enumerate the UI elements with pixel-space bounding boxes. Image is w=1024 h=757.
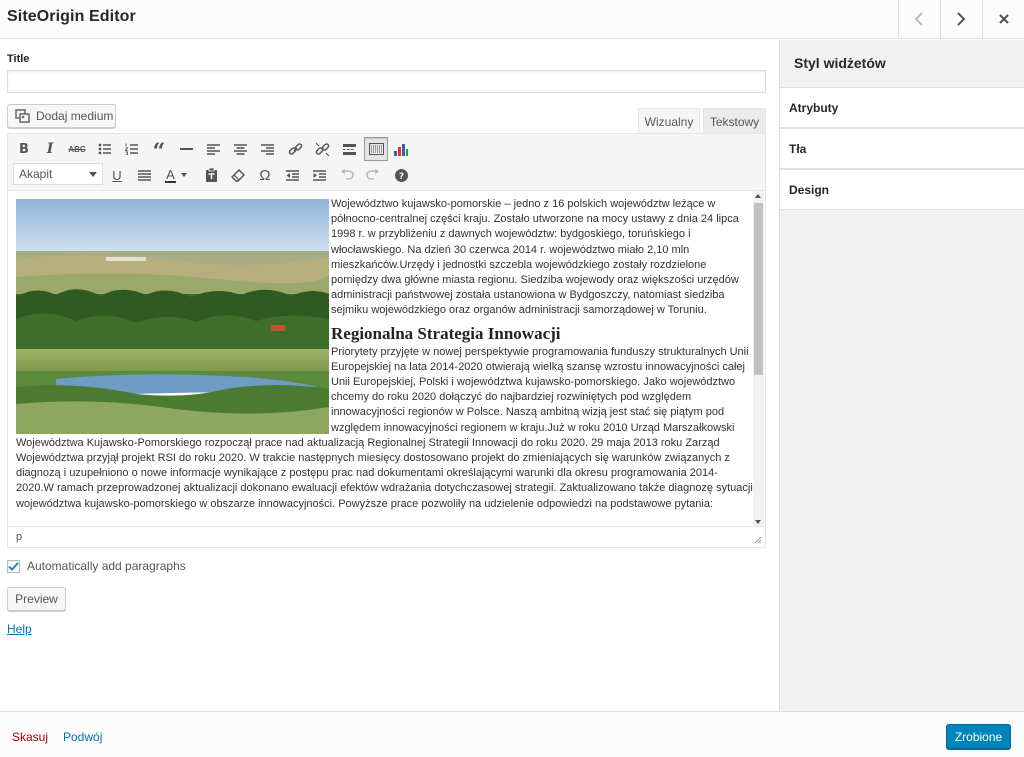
align-right-icon[interactable]	[256, 138, 278, 160]
justify-icon[interactable]	[133, 164, 155, 186]
editor-toolbar: B I ABC “ Akapit U A Ω ?	[8, 134, 765, 191]
sidebar-item-design[interactable]: Design	[780, 169, 1024, 210]
add-media-label: Dodaj medium	[36, 109, 114, 123]
previous-button[interactable]	[898, 0, 939, 38]
title-label: Title	[7, 53, 30, 65]
landscape-image	[16, 199, 329, 434]
sidebar-item-backgrounds[interactable]: Tła	[780, 128, 1024, 169]
remove-link-icon[interactable]	[311, 138, 333, 160]
dialog-title: SiteOrigin Editor	[7, 8, 136, 25]
read-more-icon[interactable]	[338, 138, 360, 160]
editor-statusbar: p	[8, 526, 765, 547]
title-input[interactable]	[7, 70, 766, 93]
paste-text-icon[interactable]	[200, 164, 222, 186]
duplicate-link[interactable]: Podwój	[63, 730, 102, 744]
auto-paragraphs-option[interactable]: Automatically add paragraphs	[7, 559, 186, 573]
format-select-value: Akapit	[19, 167, 53, 181]
chevron-left-icon	[914, 12, 923, 26]
svg-text:?: ?	[398, 172, 403, 182]
clear-formatting-icon[interactable]	[227, 164, 249, 186]
auto-paragraphs-label: Automatically add paragraphs	[27, 559, 186, 573]
text-color-icon[interactable]: A	[161, 164, 191, 186]
add-media-icon	[15, 109, 30, 123]
insert-link-icon[interactable]	[284, 138, 306, 160]
numbered-list-icon[interactable]	[121, 138, 143, 160]
redo-icon[interactable]	[362, 164, 384, 186]
scroll-down-arrow-icon[interactable]	[755, 520, 761, 524]
tab-visual[interactable]: Wizualny	[638, 108, 700, 133]
bullet-list-icon[interactable]	[94, 138, 116, 160]
strikethrough-icon[interactable]: ABC	[66, 138, 88, 160]
editor-content[interactable]: Województwo kujawsko-pomorskie – jedno z…	[8, 191, 753, 527]
cancel-link[interactable]: Skasuj	[12, 730, 48, 744]
help-link[interactable]: Help	[7, 622, 32, 636]
sidebar-item-attributes[interactable]: Atrybuty	[780, 87, 1024, 128]
undo-icon[interactable]	[336, 164, 358, 186]
rich-text-editor: B I ABC “ Akapit U A Ω ? Województwo kuj…	[7, 133, 766, 548]
indent-icon[interactable]	[308, 164, 330, 186]
widget-style-sidebar: Styl widżetów Atrybuty Tła Design	[779, 40, 1024, 711]
format-select[interactable]: Akapit	[13, 163, 103, 185]
editor-header: SiteOrigin Editor	[0, 0, 1024, 39]
sidebar-title: Styl widżetów	[794, 55, 886, 71]
editor-scrollbar[interactable]	[753, 191, 764, 527]
preview-button[interactable]: Preview	[7, 587, 66, 611]
bold-icon[interactable]: B	[13, 138, 35, 160]
toolbar-toggle-icon[interactable]	[364, 137, 388, 161]
blockquote-icon[interactable]: “	[148, 138, 170, 163]
close-button[interactable]	[982, 0, 1024, 38]
add-media-button[interactable]: Dodaj medium	[7, 104, 116, 128]
checkmark-icon	[8, 561, 19, 571]
outdent-icon[interactable]	[281, 164, 303, 186]
element-path[interactable]: p	[16, 531, 22, 543]
align-center-icon[interactable]	[229, 138, 251, 160]
dialog-footer: Skasuj Podwój Zrobione	[0, 711, 1024, 757]
chevron-down-icon	[89, 172, 97, 177]
special-character-icon[interactable]: Ω	[254, 164, 276, 186]
next-button[interactable]	[940, 0, 981, 38]
scroll-up-arrow-icon[interactable]	[755, 194, 761, 198]
chevron-right-icon	[957, 12, 966, 26]
done-button[interactable]: Zrobione	[946, 724, 1011, 749]
tab-text[interactable]: Tekstowy	[703, 108, 766, 133]
scroll-thumb[interactable]	[754, 203, 763, 375]
chart-icon[interactable]	[389, 138, 411, 160]
align-left-icon[interactable]	[202, 138, 224, 160]
horizontal-line-icon[interactable]	[175, 138, 197, 160]
auto-paragraphs-checkbox[interactable]	[7, 559, 20, 573]
close-icon	[998, 14, 1009, 24]
resize-handle-icon[interactable]	[754, 536, 762, 544]
italic-icon[interactable]: I	[39, 138, 61, 160]
help-icon[interactable]: ?	[390, 164, 412, 186]
underline-icon[interactable]: U	[106, 164, 128, 186]
